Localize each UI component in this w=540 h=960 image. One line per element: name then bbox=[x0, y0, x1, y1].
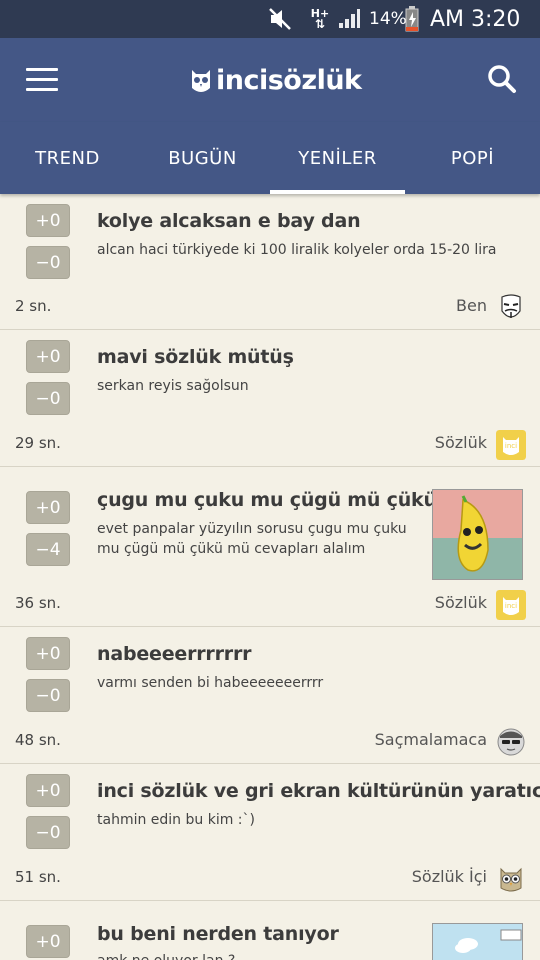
battery-percentage: 14% bbox=[369, 9, 407, 29]
screenshot-image[interactable] bbox=[432, 923, 523, 960]
signal-icon bbox=[337, 0, 365, 38]
tab-yeniler[interactable]: YENİLER bbox=[270, 122, 405, 194]
post-feed: +0 −0 kolye alcaksan e bay dan alcan hac… bbox=[0, 194, 540, 960]
app-logo: incisözlük bbox=[190, 60, 362, 100]
battery-charging-icon bbox=[405, 0, 423, 38]
post-title[interactable]: mavi sözlük mütüş bbox=[97, 346, 294, 368]
post-item[interactable]: +0 −0 nabeeeerrrrrrr varmı senden bi hab… bbox=[0, 627, 540, 764]
post-time: 2 sn. bbox=[15, 297, 52, 315]
owl-avatar-icon[interactable] bbox=[496, 864, 526, 894]
post-title[interactable]: nabeeeerrrrrrr bbox=[97, 643, 251, 665]
network-arrows-icon: H+ ⇅ bbox=[310, 7, 330, 31]
search-icon[interactable] bbox=[487, 64, 521, 98]
post-time: 48 sn. bbox=[15, 731, 61, 749]
post-author[interactable]: Sözlük bbox=[435, 593, 487, 612]
app-bar: incisözlük bbox=[0, 38, 540, 122]
post-body: alcan haci türkiyede ki 100 liralik koly… bbox=[97, 242, 497, 258]
post-author[interactable]: Ben bbox=[456, 296, 487, 315]
post-item[interactable]: +0 −4 çugu mu çuku mu çügü mü çükü mü ev… bbox=[0, 467, 540, 627]
mask-avatar-icon[interactable] bbox=[496, 293, 526, 323]
status-bar: H+ ⇅ 14% AM 3:20 bbox=[0, 0, 540, 38]
downvote-button[interactable]: −4 bbox=[26, 533, 70, 566]
tab-trend[interactable]: TREND bbox=[0, 122, 135, 194]
post-time: 51 sn. bbox=[15, 868, 61, 886]
post-item[interactable]: +0 −0 kolye alcaksan e bay dan alcan hac… bbox=[0, 194, 540, 330]
post-author[interactable]: Sözlük İçi bbox=[412, 867, 487, 886]
banana-image[interactable] bbox=[432, 489, 523, 580]
post-item[interactable]: +0 −0 mavi sözlük mütüş serkan reyis sağ… bbox=[0, 330, 540, 467]
svg-text:inci: inci bbox=[505, 602, 517, 610]
post-title[interactable]: kolye alcaksan e bay dan bbox=[97, 210, 361, 232]
upvote-button[interactable]: +0 bbox=[26, 925, 70, 958]
post-author[interactable]: Sözlük bbox=[435, 433, 487, 452]
post-body: tahmin edin bu kim :`) bbox=[97, 812, 255, 828]
sunglasses-avatar-icon[interactable] bbox=[496, 727, 526, 757]
post-title[interactable]: inci sözlük ve gri ekran kültürünün yara… bbox=[97, 780, 540, 802]
upvote-button[interactable]: +0 bbox=[26, 204, 70, 237]
post-body: evet panpalar yüzyılın sorusu çugu mu çu… bbox=[97, 521, 407, 557]
post-title[interactable]: çugu mu çuku mu çügü mü çükü mü bbox=[97, 489, 476, 511]
tab-popi[interactable]: POPİ bbox=[405, 122, 540, 194]
upvote-button[interactable]: +0 bbox=[26, 340, 70, 373]
downvote-button[interactable]: −0 bbox=[26, 382, 70, 415]
downvote-button[interactable]: −0 bbox=[26, 679, 70, 712]
tab-bugun[interactable]: BUGÜN bbox=[135, 122, 270, 194]
upvote-button[interactable]: +0 bbox=[26, 491, 70, 524]
post-body: varmı senden bi habeeeeeeerrrr bbox=[97, 675, 324, 691]
svg-text:inci: inci bbox=[505, 442, 517, 450]
downvote-button[interactable]: −0 bbox=[26, 246, 70, 279]
post-body: serkan reyis sağolsun bbox=[97, 378, 249, 394]
post-title[interactable]: bu beni nerden tanıyor bbox=[97, 923, 339, 945]
hamburger-menu-icon[interactable] bbox=[26, 68, 58, 92]
downvote-button[interactable]: −0 bbox=[26, 816, 70, 849]
post-author[interactable]: Saçmalamaca bbox=[375, 730, 487, 749]
inci-logo-avatar-icon[interactable]: inci bbox=[496, 590, 526, 620]
upvote-button[interactable]: +0 bbox=[26, 637, 70, 670]
post-time: 29 sn. bbox=[15, 434, 61, 452]
post-item[interactable]: +0 bu beni nerden tanıyor amk ne oluyor … bbox=[0, 901, 540, 960]
post-time: 36 sn. bbox=[15, 594, 61, 612]
clock: AM 3:20 bbox=[430, 6, 521, 32]
owl-icon bbox=[190, 66, 212, 94]
mute-icon bbox=[268, 0, 296, 38]
logo-text: incisözlük bbox=[216, 64, 362, 96]
inci-logo-avatar-icon[interactable]: inci bbox=[496, 430, 526, 460]
upvote-button[interactable]: +0 bbox=[26, 774, 70, 807]
post-item[interactable]: +0 −0 inci sözlük ve gri ekran kültürünü… bbox=[0, 764, 540, 901]
tab-bar: TREND BUGÜN YENİLER POPİ bbox=[0, 122, 540, 194]
